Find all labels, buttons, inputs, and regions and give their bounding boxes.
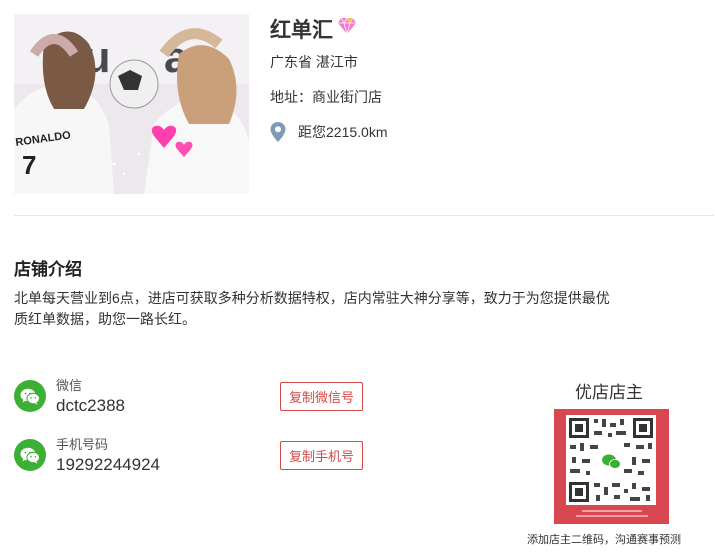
shop-name-text: 红单汇 [270, 19, 333, 42]
svg-text:7: 7 [22, 150, 36, 180]
wechat-value: dctc2388 [56, 396, 125, 415]
phone-value: 19292244924 [56, 455, 161, 474]
diamond-icon [337, 17, 357, 41]
wechat-icon [14, 380, 46, 412]
shop-region: 广东省 湛江市 [270, 54, 358, 70]
section-divider [14, 215, 714, 216]
shop-address: 地址：商业街门店 [270, 87, 382, 107]
address-value: 商业街门店 [312, 89, 382, 105]
distance-text: 距您2215.0km [298, 124, 388, 140]
wechat-icon [14, 439, 46, 471]
phone-contact: 手机号码 19292244924 [14, 437, 160, 475]
qr-caption: 添加店主二维码，沟通赛事预测 [527, 534, 681, 546]
shop-distance: 距您2215.0km [270, 122, 387, 142]
wechat-contact: 微信 dctc2388 [14, 378, 125, 416]
copy-wechat-button[interactable]: 复制微信号 [280, 382, 363, 411]
shop-name: 红单汇 [270, 14, 357, 44]
address-label: 地址： [270, 89, 312, 105]
shop-photo: fu a RONALDO 7 [14, 14, 249, 194]
location-pin-icon [270, 122, 286, 142]
owner-title: 优店店主 [575, 383, 643, 402]
phone-label: 手机号码 [56, 437, 109, 452]
intro-text: 北单每天营业到6点，进店可获取多种分析数据特权，店内常驻大神分享等，致力于为您提… [14, 290, 610, 327]
copy-phone-button[interactable]: 复制手机号 [280, 441, 363, 470]
wechat-label: 微信 [56, 378, 83, 393]
intro-title: 店铺介绍 [14, 260, 82, 279]
owner-qr-code[interactable] [554, 409, 669, 524]
